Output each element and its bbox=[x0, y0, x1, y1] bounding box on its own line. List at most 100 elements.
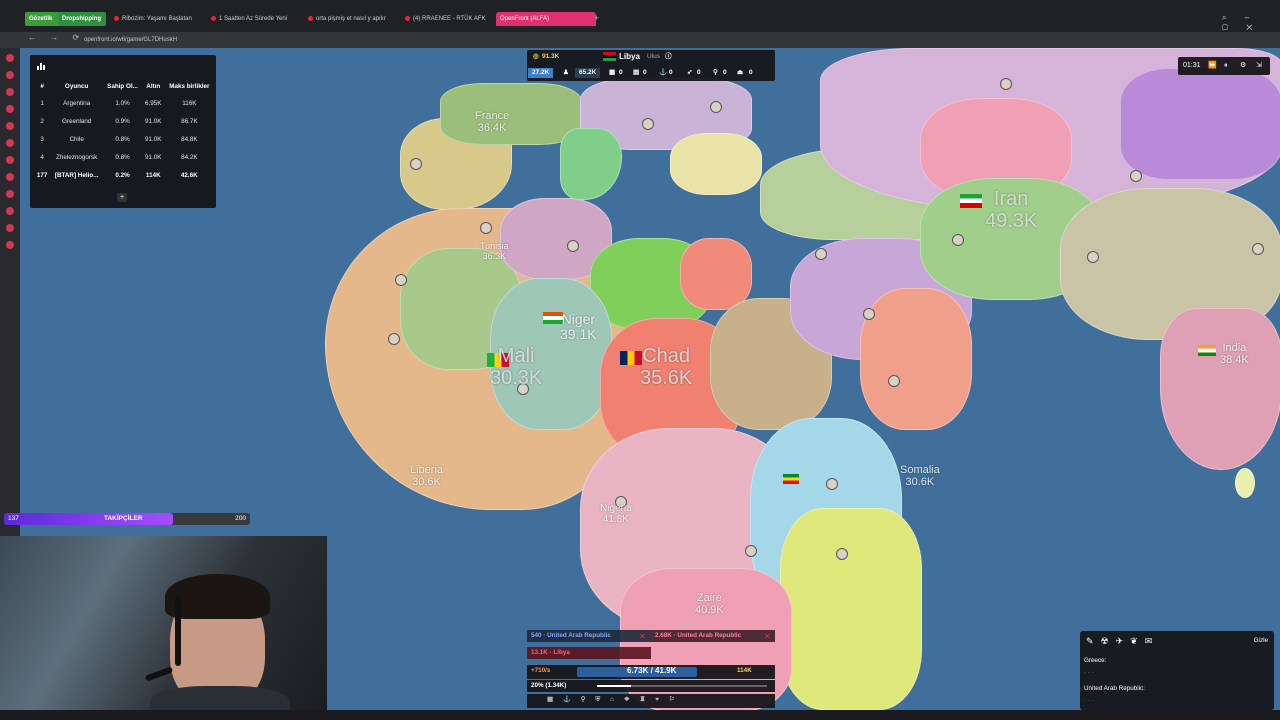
attack-row-1[interactable]: 540 · United Arab Republic bbox=[527, 630, 651, 642]
city-icon[interactable] bbox=[952, 234, 964, 246]
country-troops: 30.6K bbox=[905, 476, 935, 489]
city-icon[interactable] bbox=[863, 308, 875, 320]
sidebar-icon[interactable] bbox=[6, 105, 14, 113]
city-icon[interactable] bbox=[826, 478, 838, 490]
sidebar-icon[interactable] bbox=[6, 71, 14, 79]
iran-flag-icon bbox=[960, 194, 982, 208]
city-icon[interactable] bbox=[1130, 170, 1142, 182]
sidebar-icon[interactable] bbox=[6, 122, 14, 130]
sidebar-icon[interactable] bbox=[6, 54, 14, 62]
exit-icon[interactable]: ⇲ bbox=[1256, 57, 1262, 75]
troops-count: 6.73K / 41.9K bbox=[627, 666, 677, 675]
city-icon[interactable] bbox=[480, 222, 492, 234]
leaderboard-row-self[interactable]: 177 [BTAR] Helio... 0.2% 114K 42.6K bbox=[34, 166, 214, 184]
settings-icon[interactable]: ⚙ bbox=[1240, 57, 1246, 75]
tab-label: 1 Saatten Az Sürede Yeni bbox=[219, 16, 288, 22]
cell-max-troops: 116K bbox=[182, 99, 197, 107]
territory[interactable] bbox=[680, 238, 752, 310]
tab-saatten[interactable]: 1 Saatten Az Sürede Yeni bbox=[207, 12, 307, 26]
tab-ribozim[interactable]: Ribozim: Yaşamı Başlatan bbox=[110, 12, 210, 26]
city-icon[interactable] bbox=[745, 545, 757, 557]
territory[interactable] bbox=[560, 128, 622, 200]
country-troops: 35.6K bbox=[640, 367, 693, 389]
header-player[interactable]: Oyuncu bbox=[50, 79, 103, 94]
territory[interactable] bbox=[780, 508, 922, 710]
pause-icon[interactable]: ⏸ bbox=[1224, 57, 1228, 75]
country-label-mali: Mali 30.3K bbox=[490, 345, 542, 389]
city-icon[interactable] bbox=[642, 118, 654, 130]
sidebar-icon[interactable] bbox=[6, 224, 14, 232]
city-icon[interactable] bbox=[710, 101, 722, 113]
city-icon[interactable] bbox=[1252, 243, 1264, 255]
incoming-row[interactable]: 13.1K · Libya bbox=[527, 647, 651, 659]
tab-rraenee[interactable]: (4) RRAENEE - RTÜK AFK bbox=[401, 12, 501, 26]
territory[interactable] bbox=[860, 288, 972, 430]
leaderboard-row[interactable]: 4 Zheleznogorsk 0.8% 91.0K 84.2K bbox=[34, 148, 214, 166]
info-icon[interactable]: ⓘ bbox=[665, 52, 672, 62]
gold-icon: ◎ bbox=[533, 53, 539, 60]
fast-forward-icon[interactable]: ⏩ bbox=[1208, 57, 1217, 75]
city-icon[interactable] bbox=[395, 274, 407, 286]
city-icon[interactable] bbox=[888, 375, 900, 387]
event-line: United Arab Republic: bbox=[1084, 685, 1145, 692]
hide-button[interactable]: Gizle bbox=[1254, 637, 1268, 644]
sidebar-icon[interactable] bbox=[6, 156, 14, 164]
ratio-slider-fill bbox=[597, 685, 631, 687]
city-icon[interactable] bbox=[1087, 251, 1099, 263]
cell-gold: 6.95K bbox=[145, 99, 162, 107]
leaderboard-row[interactable]: 2 Greenland 0.9% 91.0K 86.7K bbox=[34, 112, 214, 130]
leaderboard-row[interactable]: 3 Chile 0.8% 91.0K 84.8K bbox=[34, 130, 214, 148]
cell-owned: 0.8% bbox=[115, 135, 130, 143]
gold-amount: 114K bbox=[737, 667, 752, 674]
city-icon[interactable] bbox=[567, 240, 579, 252]
city-icon[interactable] bbox=[388, 333, 400, 345]
territory[interactable] bbox=[440, 83, 582, 145]
bar-chart-icon[interactable] bbox=[36, 61, 46, 71]
country-troops: 30.6K bbox=[412, 476, 441, 489]
city-icon[interactable] bbox=[410, 158, 422, 170]
city-icon[interactable] bbox=[836, 548, 848, 560]
new-tab-button[interactable]: + bbox=[594, 13, 599, 23]
country-label-zaire: Zaire 40.9K bbox=[695, 592, 724, 616]
ratio-row: 20% (1.34K) bbox=[527, 680, 775, 692]
sidebar-icon[interactable] bbox=[6, 88, 14, 96]
tab-et[interactable]: orta pişmiş et nasıl y apılır bbox=[304, 12, 404, 26]
tab-openfront[interactable]: OpenFront (ALFA) bbox=[496, 12, 596, 26]
nav-buttons[interactable]: ← → ⟳ bbox=[28, 33, 85, 42]
territory[interactable] bbox=[670, 133, 762, 195]
troops-icon: ♟ bbox=[563, 69, 569, 76]
event-filter-icons[interactable]: ✎☢✈❦✉ bbox=[1086, 636, 1159, 647]
bookmark-dropshipping[interactable]: Dropshipping bbox=[58, 12, 106, 26]
window-controls[interactable]: ⌕ – ▢ ✕ bbox=[1222, 13, 1280, 33]
header-rank[interactable]: # bbox=[34, 79, 50, 94]
territory[interactable] bbox=[1160, 308, 1280, 470]
sidebar-icon[interactable] bbox=[6, 173, 14, 181]
country-troops: 30.3K bbox=[490, 367, 543, 389]
header-owned[interactable]: Sahip Ol... bbox=[103, 79, 142, 94]
territory[interactable] bbox=[1120, 68, 1280, 180]
tab-label: OpenFront (ALFA) bbox=[500, 16, 550, 22]
sidebar-icon[interactable] bbox=[6, 139, 14, 147]
bookmark-gozetlik[interactable]: Gözetlik bbox=[25, 12, 61, 26]
followers-progress: 137 TAKİPÇİLER 200 bbox=[4, 513, 250, 525]
leaderboard-row[interactable]: 1 Argentina 1.0% 6.95K 116K bbox=[34, 94, 214, 112]
sidebar-icon[interactable] bbox=[6, 190, 14, 198]
city-icon[interactable] bbox=[815, 248, 827, 260]
header-max-troops[interactable]: Maks birlikler bbox=[165, 79, 214, 94]
leaderboard-table: # Oyuncu Sahip Ol... Altın Maks birlikle… bbox=[34, 79, 214, 184]
url-text[interactable]: openfront.io/w6/game/GL7DHuskH bbox=[84, 34, 177, 46]
close-icon[interactable]: ✕ bbox=[639, 632, 646, 641]
country-type: Ulus bbox=[647, 53, 661, 60]
header-gold[interactable]: Altın bbox=[142, 79, 165, 94]
sidebar-icon[interactable] bbox=[6, 241, 14, 249]
build-toolbar[interactable]: ▦⚓⚲⛨⌂❖♜⌖⚐ bbox=[527, 694, 775, 708]
followers-label: TAKİPÇİLER bbox=[104, 515, 143, 522]
sidebar-icon[interactable] bbox=[6, 207, 14, 215]
city-icon[interactable] bbox=[1000, 78, 1012, 90]
attack-row-2[interactable]: 2.68K · United Arab Republic bbox=[651, 630, 775, 642]
headset-icon bbox=[175, 596, 181, 666]
close-icon[interactable]: ✕ bbox=[764, 632, 771, 641]
territory[interactable] bbox=[1235, 468, 1255, 498]
expand-leaderboard-button[interactable]: + bbox=[117, 193, 127, 202]
youtube-icon bbox=[211, 15, 216, 21]
